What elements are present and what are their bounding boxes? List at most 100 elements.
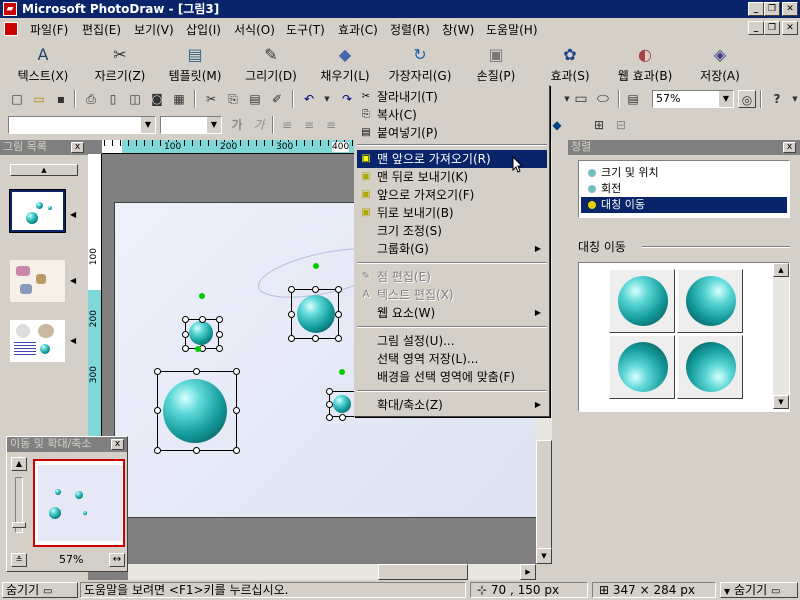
menu-insert[interactable]: 삽입(I) — [186, 21, 221, 38]
align-center-icon[interactable]: ≡ — [300, 116, 318, 134]
clipart-icon[interactable]: ▦ — [170, 90, 188, 108]
cut-icon[interactable]: ✂ — [202, 90, 220, 108]
zoom-slider-track[interactable] — [12, 477, 26, 533]
flip-horizontal-button[interactable] — [609, 269, 675, 333]
arrange-panel-close-button[interactable]: x — [783, 142, 796, 153]
picture-list-close-button[interactable]: x — [71, 142, 84, 153]
option-rotate[interactable]: 회전 — [581, 181, 787, 197]
bold-button[interactable]: 가 — [228, 116, 246, 134]
rotation-handle[interactable] — [195, 346, 201, 352]
scroll-down-button[interactable]: ▼ — [536, 548, 552, 564]
rotation-handle[interactable] — [313, 263, 319, 269]
sphere-object[interactable] — [163, 379, 227, 443]
menu-item-bring-forward[interactable]: ▣ 앞으로 가져오기(F) — [357, 186, 547, 204]
menu-effects[interactable]: 효과(C) — [338, 21, 378, 38]
rotation-handle[interactable] — [339, 369, 345, 375]
picture-thumbnail[interactable] — [10, 260, 65, 302]
format-painter-icon[interactable]: ✐ — [268, 90, 286, 108]
scroll-up-button[interactable]: ▲ — [10, 164, 78, 176]
fill-button[interactable]: ◆ 채우기(L) — [316, 42, 374, 84]
save-button[interactable]: ◈ 저장(A) — [694, 42, 746, 84]
undo-dropdown-icon[interactable]: ▼ — [318, 90, 336, 108]
help-dropdown-icon[interactable]: ▼ — [786, 90, 800, 108]
picture-thumbnail[interactable] — [10, 320, 65, 362]
draw-button[interactable]: ✎ 그리기(D) — [240, 42, 302, 84]
hide-settings-toggle[interactable]: ▼ 숨기기 ▭ — [720, 582, 798, 598]
paste-icon[interactable]: ▤ — [246, 90, 264, 108]
align-left-icon[interactable]: ≡ — [278, 116, 296, 134]
menu-window[interactable]: 창(W) — [442, 21, 474, 38]
scroll-thumb[interactable] — [536, 440, 552, 550]
scroll-right-button[interactable]: ▶ — [520, 564, 536, 580]
menu-item-fit-background[interactable]: 배경을 선택 영역에 맞춤(F) — [357, 368, 547, 386]
menu-item-paste[interactable]: ▤ 붙여넣기(P) — [357, 124, 547, 142]
option-size-position[interactable]: 크기 및 위치 — [581, 165, 787, 181]
flip-scroll-down-button[interactable]: ▼ — [773, 395, 789, 409]
rotate-flip-button[interactable] — [609, 335, 675, 399]
save-file-icon[interactable]: ▪ — [52, 90, 70, 108]
fit-to-window-icon[interactable]: ↔ — [109, 553, 125, 567]
document-icon[interactable] — [4, 22, 18, 36]
hscroll-thumb[interactable] — [378, 564, 468, 580]
sphere-object[interactable] — [189, 321, 213, 345]
option-flip-selected[interactable]: 대칭 이동 — [581, 197, 787, 213]
menu-item-web-elements[interactable]: 웹 요소(W) ▶ — [357, 304, 547, 322]
minimize-button[interactable]: _ — [748, 2, 764, 16]
camera-icon[interactable]: ◙ — [148, 90, 166, 108]
zoom-slider-thumb[interactable] — [12, 522, 26, 528]
menu-edit[interactable]: 편집(E) — [82, 21, 121, 38]
web-effects-button[interactable]: ◐ 웹 효과(B) — [612, 42, 678, 84]
preview-icon[interactable]: ▯ — [104, 90, 122, 108]
zoom-out-button[interactable]: ≛ — [11, 553, 27, 567]
scan-icon[interactable]: ◫ — [126, 90, 144, 108]
pan-zoom-close-button[interactable]: x — [111, 439, 124, 450]
copy-icon[interactable]: ⎘ — [224, 90, 242, 108]
effects-button[interactable]: ✿ 효과(S) — [546, 42, 594, 84]
rotation-handle[interactable] — [199, 293, 205, 299]
menu-item-cut[interactable]: ✂ 잘라내기(T) — [357, 88, 547, 106]
menu-tools[interactable]: 도구(T) — [286, 21, 325, 38]
pan-preview[interactable] — [33, 459, 125, 547]
template-button[interactable]: ▤ 템플릿(M) — [162, 42, 228, 84]
photodraw-icon[interactable]: ▰ — [3, 2, 17, 16]
rotate-flip-both-button[interactable] — [677, 335, 743, 399]
menu-item-save-selection[interactable]: 선택 영역 저장(L)... — [357, 350, 547, 368]
text-button[interactable]: A 텍스트(X) — [10, 42, 76, 84]
font-size-dropdown-icon[interactable]: ▼ — [207, 117, 221, 133]
menu-item-picture-setup[interactable]: 그림 설정(U)... — [357, 332, 547, 350]
menu-format[interactable]: 서식(O) — [234, 21, 275, 38]
maximize-button[interactable]: ❐ — [764, 2, 780, 16]
new-icon[interactable]: □ — [8, 90, 26, 108]
properties-icon[interactable]: ▤ — [624, 90, 642, 108]
open-icon[interactable]: ▭ — [30, 90, 48, 108]
flip-scrollbar[interactable]: ▲ ▼ — [773, 263, 789, 409]
flip-scroll-up-button[interactable]: ▲ — [773, 263, 789, 277]
picture-thumbnail-selected[interactable] — [9, 189, 66, 233]
sphere-object[interactable] — [333, 395, 351, 413]
sphere-object[interactable] — [297, 295, 335, 333]
menu-item-copy[interactable]: ⎘ 복사(C) — [357, 106, 547, 124]
doc-restore-button[interactable]: ❐ — [764, 21, 780, 35]
italic-button[interactable]: 가 — [250, 116, 268, 134]
menu-item-edit-text[interactable]: A 텍스트 편집(X) — [357, 286, 547, 304]
hide-picture-list-toggle[interactable]: 숨기기 ▭ — [2, 582, 78, 598]
undo-icon[interactable]: ↶ — [300, 90, 318, 108]
zoom-fit-icon[interactable]: ◎ — [738, 90, 756, 108]
doc-minimize-button[interactable]: _ — [748, 21, 764, 35]
align-right-icon[interactable]: ≡ — [322, 116, 340, 134]
menu-item-edit-points[interactable]: ✎ 점 편집(E) — [357, 268, 547, 286]
zoom-combo[interactable]: 57% ▼ — [652, 90, 734, 108]
font-combo[interactable]: ▼ — [8, 116, 156, 134]
rectangle-icon[interactable]: ▭ — [572, 90, 590, 108]
menu-arrange[interactable]: 정렬(R) — [390, 21, 430, 38]
print-icon[interactable]: ⎙ — [82, 90, 100, 108]
close-button[interactable]: ✕ — [782, 2, 798, 16]
arrange-icon[interactable]: ◆ — [548, 116, 566, 134]
touchup-button[interactable]: ▣ 손질(P) — [468, 42, 524, 84]
zoom-dropdown-icon[interactable]: ▼ — [719, 91, 733, 107]
menu-view[interactable]: 보기(V) — [134, 21, 174, 38]
doc-close-button[interactable]: ✕ — [782, 21, 798, 35]
horizontal-scrollbar[interactable]: ▶ — [128, 564, 536, 580]
menu-item-send-backward[interactable]: ▣ 뒤로 보내기(B) — [357, 204, 547, 222]
menu-file[interactable]: 파일(F) — [30, 21, 68, 38]
